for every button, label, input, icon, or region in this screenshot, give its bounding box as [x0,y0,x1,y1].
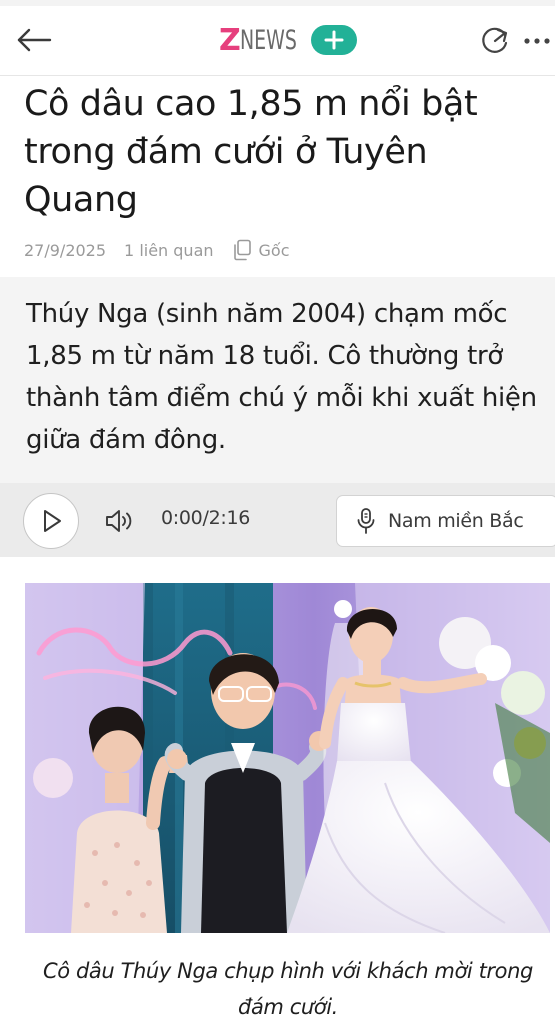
microphone-icon [357,508,375,534]
article-title: Cô dâu cao 1,85 m nổi bật trong đám cưới… [24,84,478,220]
add-button[interactable] [311,25,357,55]
refresh-button[interactable] [478,24,512,58]
logo-news: NEWS [239,24,297,56]
photo-caption: Cô dâu Thúy Nga chụp hình với khách mời … [43,959,533,1019]
source-link[interactable]: Gốc [232,239,290,261]
wedding-photo-illustration [25,583,550,933]
arrow-left-icon [17,28,52,52]
article-summary: Thúy Nga (sinh năm 2004) chạm mốc 1,85 m… [26,299,537,455]
refresh-icon [482,27,508,53]
status-strip [0,0,555,6]
speaker-icon [106,510,132,532]
top-app-bar: Z NEWS [0,0,555,76]
more-button[interactable] [522,28,552,54]
play-icon [43,509,61,532]
volume-button[interactable] [104,507,136,535]
copy-icon [233,239,251,261]
voice-label: Nam miền Bắc [388,510,524,532]
logo-z: Z [219,22,241,58]
article-photo[interactable] [25,583,550,933]
publish-date: 27/9/2025 [24,240,107,260]
article-meta: 27/9/2025 1 liên quan Gốc [24,237,290,263]
more-horizontal-icon [524,38,550,44]
voice-selector[interactable]: Nam miền Bắc [336,495,555,547]
znews-logo[interactable]: Z NEWS [219,22,310,58]
back-button[interactable] [14,20,54,60]
audio-time: 0:00/2:16 [161,507,251,529]
play-button[interactable] [23,493,79,549]
related-link[interactable]: 1 liên quan [124,241,213,260]
audio-player: 0:00/2:16 Nam miền Bắc [0,483,555,557]
plus-icon [324,30,344,50]
source-label: Gốc [258,240,290,260]
